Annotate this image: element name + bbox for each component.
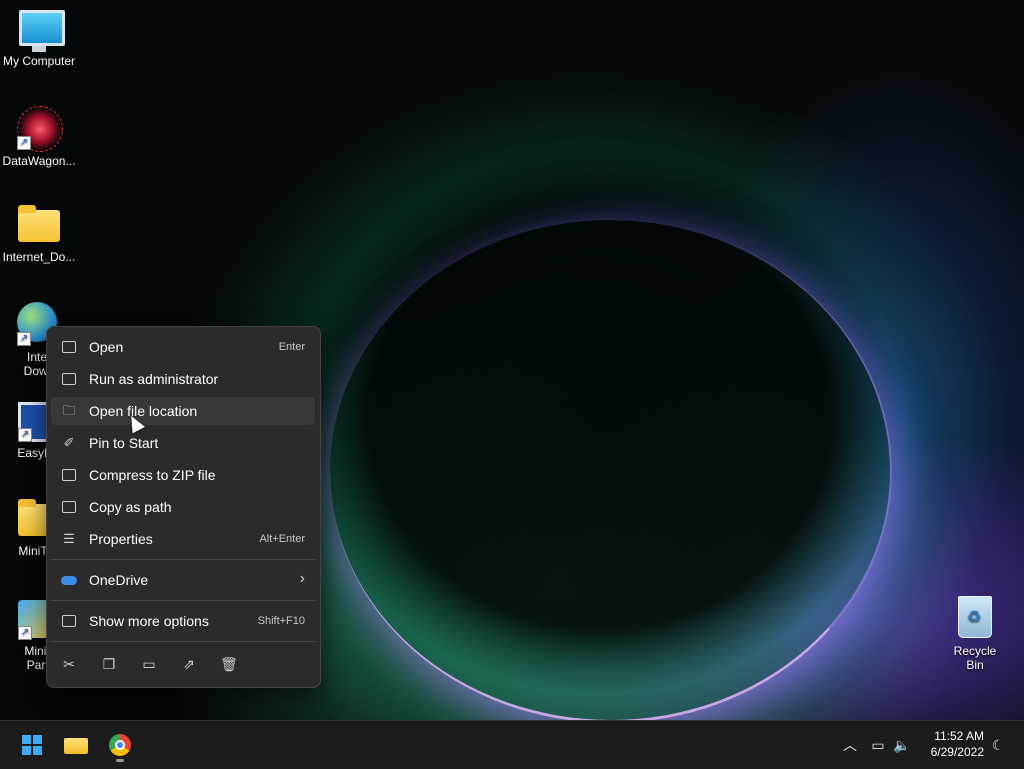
open-icon [61,339,77,355]
clock-date: 6/29/2022 [930,745,984,759]
network-icon[interactable]: ▭ [868,735,888,755]
recycle-bin-icon: ♻ [958,596,992,638]
more-options-icon [61,613,77,629]
delete-icon[interactable]: 🗑 [217,653,241,675]
desktop-icon-recycle-bin[interactable]: ♻ Recycle Bin [944,596,1006,672]
folder-icon [18,205,60,246]
shortcut-arrow-icon: ↗ [18,626,32,640]
menu-separator [51,600,315,601]
desktop-icon-internet-download-folder[interactable]: Internet_Do... [0,205,78,264]
folder-icon: 🗀 [62,403,76,418]
clock[interactable]: 11:52 AM 6/29/2022 [914,728,984,760]
context-menu: Open Enter Run as administrator 🗀 Open f… [46,326,321,688]
menu-item-open[interactable]: Open Enter [51,333,315,361]
chrome-button[interactable] [104,729,136,762]
focus-moon-icon[interactable]: ☾ [988,735,1008,755]
start-button[interactable] [16,729,48,761]
pin-icon: ✐ [63,435,75,450]
desktop-icon-label: DataWagon... [2,154,76,168]
shortcut-arrow-icon: ↗ [18,428,32,442]
wallpaper-bloom [330,220,892,723]
file-explorer-button[interactable] [60,729,92,761]
desktop-icon-label: Internet_Do... [2,250,76,264]
menu-item-show-more-options[interactable]: Show more options Shift+F10 [51,607,315,635]
clock-time: 11:52 AM [934,729,984,743]
running-indicator [116,759,124,762]
chevron-up-icon[interactable]: ︿ [840,735,860,755]
monitor-icon [19,10,65,52]
shield-icon [61,371,77,387]
chrome-icon [109,734,131,756]
windows-logo-icon [22,735,42,755]
menu-separator [51,641,315,642]
menu-item-pin-to-start[interactable]: ✐ Pin to Start [51,429,315,457]
menu-item-properties[interactable]: ☰ Properties Alt+Enter [51,525,315,553]
path-icon [61,499,77,515]
shortcut-arrow-icon: ↗ [17,332,31,346]
menu-item-copy-as-path[interactable]: Copy as path [51,493,315,521]
chevron-right-icon: › [299,570,305,587]
copy-icon[interactable]: ❐ [97,653,121,675]
menu-separator [51,559,315,560]
volume-icon[interactable]: 🔈 [892,735,912,755]
menu-item-open-file-location[interactable]: 🗀 Open file location [51,397,315,425]
context-menu-action-bar: ✂ ❐ ▭ ⇗ 🗑 [51,649,315,677]
share-icon[interactable]: ⇗ [177,653,201,675]
menu-item-compress-to-zip[interactable]: Compress to ZIP file [51,461,315,489]
desktop-icon-label: Recycle Bin [953,644,997,672]
properties-icon: ☰ [63,531,75,546]
desktop-icon-datawagon[interactable]: ↗ DataWagon... [0,106,78,168]
folder-icon [64,738,88,754]
desktop-icon-my-computer[interactable]: My Computer [0,10,78,68]
menu-item-run-as-administrator[interactable]: Run as administrator [51,365,315,393]
zip-icon [61,467,77,483]
rename-icon[interactable]: ▭ [137,653,161,675]
onedrive-icon [61,572,77,588]
shortcut-arrow-icon: ↗ [17,136,31,150]
desktop-icon-label: My Computer [2,54,76,68]
datawagon-icon: ↗ [17,106,63,152]
taskbar: ︿ ▭ 🔈 11:52 AM 6/29/2022 ☾ [0,720,1024,769]
cut-icon[interactable]: ✂ [57,653,81,675]
menu-item-onedrive[interactable]: OneDrive › [51,566,315,594]
